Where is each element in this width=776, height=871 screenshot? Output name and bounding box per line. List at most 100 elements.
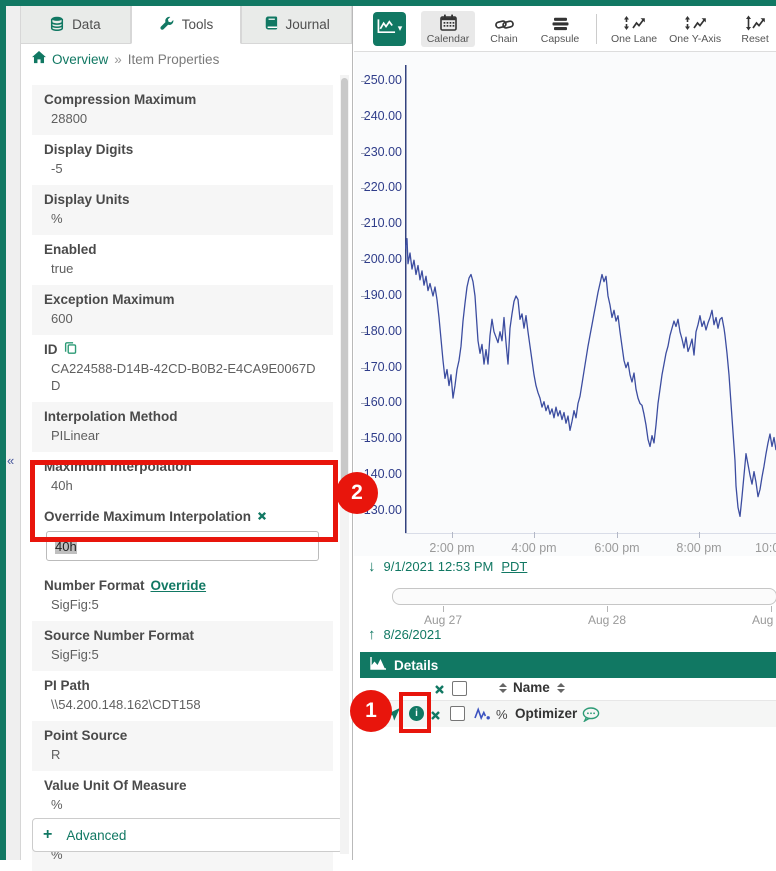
properties-scrollbar[interactable]: [340, 75, 349, 854]
annotation-box-2: [30, 460, 338, 542]
overview-axis-tick: [443, 606, 444, 612]
property-row: Display Units%: [32, 185, 333, 235]
overview-axis-tick: [771, 606, 772, 612]
start-date-label[interactable]: 8/26/2021: [384, 627, 442, 642]
tab-tools[interactable]: Tools: [131, 6, 242, 44]
scrollbar-thumb[interactable]: [341, 78, 348, 498]
item-name[interactable]: Optimizer: [515, 706, 577, 721]
seeq-workbench: « DataTools Journal Overview » Item Prope…: [0, 0, 776, 860]
y-axis-tick-label: 160.00: [358, 395, 402, 409]
book-icon: [264, 16, 278, 34]
annotation-callout-1: 1: [350, 690, 392, 732]
display-range-end: ↓ 9/1/2021 12:53 PM PDT: [368, 558, 527, 575]
sort-icon[interactable]: [557, 683, 565, 693]
trend-series: [405, 52, 776, 534]
timezone-link[interactable]: PDT: [501, 559, 527, 574]
y-axis-tick-label: 200.00: [358, 252, 402, 266]
end-date-label[interactable]: 9/1/2021 12:53 PM: [384, 559, 494, 574]
signal-icon: [474, 707, 491, 726]
advanced-button[interactable]: + Advanced: [32, 818, 343, 852]
property-value: R: [51, 746, 321, 763]
toolbar-button-one-lane[interactable]: One Lane: [606, 11, 662, 47]
y-axis-tick: [361, 188, 367, 189]
property-value: SigFig:5: [51, 596, 321, 613]
worksheet-view-dropdown-button[interactable]: ▾: [373, 12, 406, 46]
y-axis-tick-label: 190.00: [358, 288, 402, 302]
trend-chart-icon: [377, 18, 396, 39]
details-panel-header: Details: [360, 652, 776, 678]
tab-data[interactable]: Data: [20, 6, 131, 44]
item-unit: %: [496, 707, 508, 722]
property-value: %: [51, 210, 321, 227]
property-row: Source Number Format SigFig:5: [32, 621, 333, 671]
y-axis-tick-label: 180.00: [358, 324, 402, 338]
time-range-scrollbar[interactable]: [392, 588, 776, 605]
y-axis-tick: [361, 81, 367, 82]
select-all-checkbox[interactable]: [452, 681, 467, 696]
tab-bar: DataTools Journal: [20, 6, 352, 44]
annotate-icon[interactable]: [582, 707, 600, 727]
toolbar-button-label: One Lane: [611, 33, 657, 45]
remove-item-icon[interactable]: [430, 708, 441, 726]
toolbar-button-one-y-axis[interactable]: One Y-Axis: [664, 11, 726, 47]
property-label: ID: [44, 341, 58, 358]
property-label: Display Digits: [44, 141, 133, 158]
property-label: Display Units: [44, 191, 130, 208]
property-label: Interpolation Method: [44, 408, 177, 425]
toolbar-button-capsule[interactable]: Capsule: [533, 11, 587, 47]
breadcrumb-overview-link[interactable]: Overview: [52, 52, 108, 67]
property-value: SigFig:5: [51, 646, 321, 663]
x-axis-tick-label: 6:00 pm: [582, 541, 652, 555]
property-label: Point Source: [44, 727, 127, 744]
toolbar-button-calendar[interactable]: Calendar: [421, 11, 475, 47]
y-axis-tick-label: 220.00: [358, 180, 402, 194]
y-axis-tick: [361, 117, 367, 118]
name-column-header[interactable]: Name: [513, 680, 550, 695]
toolbar-button-label: Chain: [490, 33, 517, 45]
one-y-axis-icon: [684, 13, 707, 31]
y-axis-tick: [361, 296, 367, 297]
copy-icon[interactable]: [64, 341, 77, 358]
y-axis-tick: [361, 224, 367, 225]
property-value: PILinear: [51, 427, 321, 444]
toolbar-button-chain[interactable]: Chain: [477, 11, 531, 47]
property-row: Point Source R: [32, 721, 333, 771]
toolbar-button-label: Capsule: [541, 33, 580, 45]
remove-all-icon[interactable]: [434, 682, 445, 700]
property-value: -5: [51, 160, 321, 177]
area-chart-icon: [370, 657, 386, 673]
advanced-label: Advanced: [66, 828, 126, 843]
property-value: true: [51, 260, 321, 277]
toolbar-button-label: One Y-Axis: [669, 33, 721, 45]
calendar-icon: [440, 13, 457, 31]
arrow-up-icon: ↑: [368, 626, 376, 643]
property-row: Number FormatOverrideSigFig:5: [32, 571, 333, 621]
y-axis-tick-label: 230.00: [358, 145, 402, 159]
property-row: Display Digits -5: [32, 135, 333, 185]
arrow-down-icon: ↓: [368, 558, 376, 575]
database-icon: [50, 16, 64, 34]
override-link[interactable]: Override: [151, 577, 207, 594]
tab-journal[interactable]: Journal: [241, 6, 352, 44]
left-collapse-rail[interactable]: [6, 6, 21, 860]
property-value: \\54.200.148.162\CDT158: [51, 696, 321, 713]
breadcrumb-separator: »: [114, 52, 122, 67]
x-axis-tick-label: 2:00 pm: [417, 541, 487, 555]
property-label: Compression Maximum: [44, 91, 196, 108]
breadcrumb-current: Item Properties: [128, 52, 220, 67]
sort-icon[interactable]: [499, 683, 507, 693]
toolbar-button-label: Reset: [741, 33, 768, 45]
property-row: Value Unit Of Measure%: [32, 771, 333, 821]
item-checkbox[interactable]: [450, 706, 465, 721]
tab-label: Journal: [286, 17, 330, 32]
annotation-box-1: [399, 692, 431, 733]
property-label: Value Unit Of Measure: [44, 777, 187, 794]
trend-toolbar: ▾ Calendar Chain Capsule One Lane One Y-Axis…: [354, 6, 776, 52]
property-label: Source Number Format: [44, 627, 194, 644]
toolbar-button-reset[interactable]: Reset: [728, 11, 776, 47]
panel-divider: [352, 6, 353, 860]
y-axis-tick-label: 150.00: [358, 431, 402, 445]
rail-collapse-chevron-icon[interactable]: «: [7, 453, 20, 468]
property-value: %: [51, 796, 321, 813]
x-axis-tick: [452, 532, 453, 538]
